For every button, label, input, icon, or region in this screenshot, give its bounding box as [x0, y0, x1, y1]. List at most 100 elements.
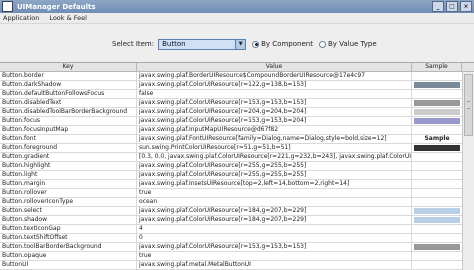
cell-sample [412, 252, 462, 260]
cell-key: Button.disabledToolBarBorderBackground [0, 108, 137, 116]
table-row[interactable]: Button.select javax.swing.plaf.ColorUIRes… [0, 207, 462, 216]
cell-sample [412, 225, 462, 233]
cell-sample [412, 108, 462, 116]
table-body: Button.border javax.swing.plaf.BorderUIRe… [0, 72, 462, 270]
table-row[interactable]: Button.opaque true [0, 252, 462, 261]
table-row[interactable]: Button.highlight javax.swing.plaf.ColorUI… [0, 162, 462, 171]
menu-bar: Application Look & Feel [0, 13, 474, 24]
vertical-scrollbar[interactable] [462, 72, 474, 270]
radio-selected-icon[interactable] [252, 40, 260, 48]
cell-value: javax.swing.plaf.FontUIResource[family=D… [137, 135, 412, 143]
cell-value: ocean [137, 198, 412, 206]
table-row[interactable]: Button.light javax.swing.plaf.ColorUIReso… [0, 171, 462, 180]
table-row[interactable]: Button.disabledToolBarBorderBackground ja… [0, 108, 462, 117]
cell-key: Button.highlight [0, 162, 137, 170]
cell-value: javax.swing.plaf.ColorUIResource[r=255,g… [137, 171, 412, 179]
table-row[interactable]: Button.font javax.swing.plaf.FontUIResour… [0, 135, 462, 144]
table-row[interactable]: Button.rolloverIconType ocean [0, 198, 462, 207]
cell-value: javax.swing.plaf.ColorUIResource[r=153,g… [137, 99, 412, 107]
cell-sample [412, 144, 462, 152]
font-sample: Sample [424, 135, 450, 142]
column-header-sample[interactable]: Sample [412, 63, 462, 71]
select-item-label: Select Item: [112, 40, 155, 48]
table-row[interactable]: Button.rollover true [0, 189, 462, 198]
table-row[interactable]: Button.gradient [0.3, 0.0, javax.swing.pl… [0, 153, 462, 162]
color-swatch [414, 118, 460, 124]
item-selector: Select Item: Button ▼ By Component By Va… [112, 38, 377, 50]
cell-sample [412, 153, 462, 161]
app-icon [2, 1, 13, 12]
table-row[interactable]: Button.focus javax.swing.plaf.ColorUIReso… [0, 117, 462, 126]
window-title: UIManager Defaults [17, 2, 96, 11]
cell-sample [412, 90, 462, 98]
cell-sample [412, 198, 462, 206]
close-button[interactable]: × [460, 1, 472, 12]
cell-key: Button.defaultButtonFollowsFocus [0, 90, 137, 98]
cell-key: Button.textShiftOffset [0, 234, 137, 242]
menu-application[interactable]: Application [3, 14, 39, 22]
table-row[interactable]: Button.foreground sun.swing.PrintColorUIR… [0, 144, 462, 153]
cell-sample [412, 72, 462, 80]
cell-value: javax.swing.plaf.ColorUIResource[r=153,g… [137, 117, 412, 125]
cell-key: Button.light [0, 171, 137, 179]
cell-sample: Sample [412, 135, 462, 143]
cell-key: Button.rollover [0, 189, 137, 197]
scrollbar-thumb[interactable] [464, 74, 473, 136]
cell-key: Button.focus [0, 117, 137, 125]
color-swatch [414, 163, 460, 169]
cell-value: true [137, 189, 412, 197]
radio-label: By Value Type [327, 40, 377, 48]
cell-sample [412, 234, 462, 242]
table-row[interactable]: Button.textShiftOffset 0 [0, 234, 462, 243]
radio-by-component[interactable]: By Component [252, 40, 313, 48]
column-header-value[interactable]: Value [137, 63, 412, 71]
cell-value: javax.swing.plaf.InputMapUIResource@d67f… [137, 126, 412, 134]
color-swatch [414, 244, 460, 250]
grip-icon [467, 101, 470, 109]
cell-key: Button.select [0, 207, 137, 215]
cell-key: Button.margin [0, 180, 137, 188]
cell-value: javax.swing.plaf.ColorUIResource[r=122,g… [137, 81, 412, 89]
table-row[interactable]: Button.focusInputMap javax.swing.plaf.Inp… [0, 126, 462, 135]
cell-key: Button.foreground [0, 144, 137, 152]
cell-value: javax.swing.plaf.ColorUIResource[r=204,g… [137, 108, 412, 116]
table-row[interactable]: Button.textIconGap 4 [0, 225, 462, 234]
table-row[interactable]: Button.darkShadow javax.swing.plaf.ColorU… [0, 81, 462, 90]
cell-sample [412, 126, 462, 134]
table-row[interactable]: Button.border javax.swing.plaf.BorderUIRe… [0, 72, 462, 81]
combo-value: Button [162, 40, 186, 48]
cell-sample [412, 189, 462, 197]
cell-sample [412, 99, 462, 107]
color-swatch [414, 208, 460, 214]
radio-label: By Component [261, 40, 313, 48]
color-swatch [414, 217, 460, 223]
table-row[interactable]: Button.toolBarBorderBackground javax.swin… [0, 243, 462, 252]
cell-sample [412, 216, 462, 224]
cell-key: Button.border [0, 72, 137, 80]
cell-value: [0.3, 0.0, javax.swing.plaf.ColorUIResou… [139, 153, 412, 161]
color-swatch [414, 100, 460, 106]
cell-key: Button.textIconGap [0, 225, 137, 233]
table-row[interactable]: Button.shadow javax.swing.plaf.ColorUIRes… [0, 216, 462, 225]
table-row[interactable]: Button.margin javax.swing.plaf.InsetsUIRe… [0, 180, 462, 189]
table-row[interactable]: Button.defaultButtonFollowsFocus false [0, 90, 462, 99]
column-header-key[interactable]: Key [0, 63, 137, 71]
cell-value: javax.swing.plaf.metal.MetalButtonUI [137, 261, 412, 269]
radio-unselected-icon[interactable] [318, 40, 326, 48]
header-corner [462, 63, 474, 71]
menu-look-and-feel[interactable]: Look & Feel [49, 14, 87, 22]
radio-by-value-type[interactable]: By Value Type [318, 40, 377, 48]
item-combo-box[interactable]: Button ▼ [158, 38, 247, 50]
minimize-button[interactable]: _ [432, 1, 444, 12]
maximize-button[interactable]: □ [446, 1, 458, 12]
table-row[interactable]: Button.disabledText javax.swing.plaf.Colo… [0, 99, 462, 108]
table-header: Key Value Sample [0, 63, 474, 72]
cell-sample [412, 243, 462, 251]
color-swatch [414, 82, 460, 88]
cell-key: Button.font [0, 135, 137, 143]
cell-sample [412, 261, 462, 269]
cell-sample [412, 81, 462, 89]
chevron-down-icon[interactable]: ▼ [235, 39, 246, 49]
cell-key: Button.toolBarBorderBackground [0, 243, 137, 251]
cell-sample [412, 117, 462, 125]
